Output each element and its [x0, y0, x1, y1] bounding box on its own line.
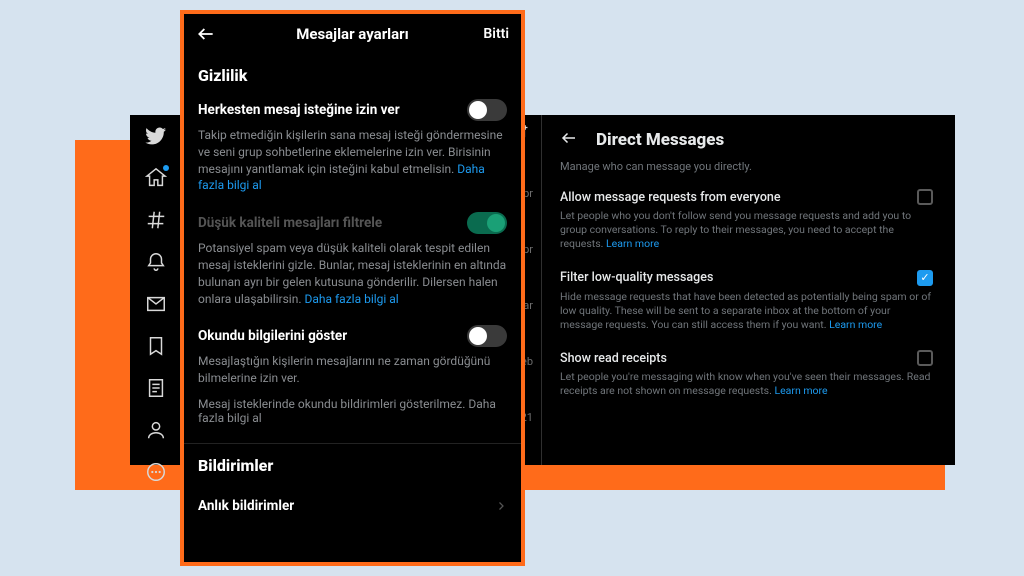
home-icon[interactable] — [145, 167, 167, 189]
divider — [184, 443, 521, 444]
explore-icon[interactable] — [145, 209, 167, 231]
settings-detail-pane: Direct Messages Manage who can message y… — [542, 115, 955, 465]
checkbox[interactable] — [917, 270, 933, 286]
setting-title: Herkesten mesaj isteğine izin ver — [198, 102, 400, 118]
setting-desc: Potansiyel spam veya düşük kaliteli olar… — [198, 240, 507, 307]
mobile-title: Mesajlar ayarları — [184, 25, 521, 43]
more-icon[interactable] — [145, 461, 167, 483]
setting-desc: Mesajlaştığın kişilerin mesajlarını ne z… — [198, 353, 507, 387]
mobile-header: Mesajlar ayarları Bitti — [184, 14, 521, 54]
setting-title: Filter low-quality messages — [560, 270, 713, 285]
checkbox[interactable] — [917, 350, 933, 366]
setting-allow-requests: Allow message requests from everyone Let… — [560, 189, 933, 252]
section-notifications-heading: Bildirimler — [198, 456, 507, 475]
setting-subdesc: Mesaj isteklerinde okundu bildirimleri g… — [198, 397, 507, 425]
setting-title: Düşük kaliteli mesajları filtrele — [198, 215, 382, 231]
checkbox[interactable] — [917, 189, 933, 205]
settings-title: Direct Messages — [596, 130, 724, 150]
bookmarks-icon[interactable] — [145, 335, 167, 357]
toggle-switch[interactable] — [467, 325, 507, 347]
learn-more-link[interactable]: Daha fazla bilgi al — [304, 292, 398, 306]
row-label: Anlık bildirimler — [198, 498, 294, 514]
settings-subhead: Manage who can message you directly. — [560, 160, 933, 173]
push-notifications-row[interactable]: Anlık bildirimler — [198, 489, 507, 524]
done-button[interactable]: Bitti — [483, 26, 509, 42]
learn-more-link[interactable]: Learn more — [606, 237, 659, 250]
mobile-settings-panel: Mesajlar ayarları Bitti Gizlilik Herkest… — [180, 10, 525, 566]
toggle-switch[interactable] — [467, 99, 507, 121]
twitter-logo-icon[interactable] — [145, 125, 167, 147]
setting-filter-low-quality: Düşük kaliteli mesajları filtrele Potans… — [198, 212, 507, 307]
setting-allow-requests: Herkesten mesaj isteğine izin ver Takip … — [198, 99, 507, 194]
toggle-switch[interactable] — [467, 212, 507, 234]
desktop-sidebar — [130, 115, 182, 465]
messages-icon[interactable] — [145, 293, 167, 315]
setting-read-receipts: Show read receipts Let people you're mes… — [560, 350, 933, 398]
back-arrow-icon[interactable] — [560, 129, 578, 150]
learn-more-link[interactable]: Learn more — [829, 318, 882, 331]
chevron-right-icon — [495, 497, 507, 516]
back-arrow-icon[interactable] — [196, 24, 216, 44]
setting-title: Show read receipts — [560, 351, 667, 366]
setting-filter-low-quality: Filter low-quality messages Hide message… — [560, 270, 933, 333]
setting-desc: Let people you're messaging with know wh… — [560, 370, 933, 398]
setting-desc: Takip etmediğin kişilerin sana mesaj ist… — [198, 127, 507, 194]
section-privacy-heading: Gizlilik — [198, 66, 507, 85]
learn-more-link[interactable]: Learn more — [774, 384, 827, 397]
profile-icon[interactable] — [145, 419, 167, 441]
lists-icon[interactable] — [145, 377, 167, 399]
notifications-icon[interactable] — [145, 251, 167, 273]
setting-title: Okundu bilgilerini göster — [198, 328, 347, 344]
setting-desc: Hide message requests that have been det… — [560, 290, 933, 333]
setting-read-receipts: Okundu bilgilerini göster Mesajlaştığın … — [198, 325, 507, 425]
setting-title: Allow message requests from everyone — [560, 190, 781, 205]
setting-desc: Let people who you don't follow send you… — [560, 209, 933, 252]
